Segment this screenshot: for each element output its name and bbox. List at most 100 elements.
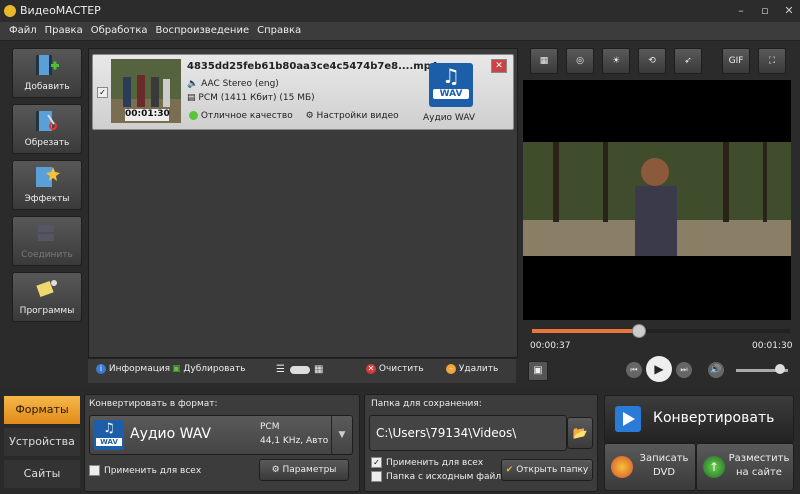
view-toggle[interactable] xyxy=(290,366,310,374)
convert-button[interactable]: Конвертировать xyxy=(604,395,794,443)
chevron-down-icon[interactable]: ▼ xyxy=(331,416,352,454)
prev-frame-icon[interactable]: ⏮ xyxy=(626,362,642,378)
join-button[interactable]: Соединить xyxy=(12,216,82,266)
title-bar: ВидеоМАСТЕР – ▫ ✕ xyxy=(0,0,800,22)
add-button[interactable]: Добавить xyxy=(12,48,82,98)
list-toolbar: i Информация ▣ Дублировать ☰ ▦ ✕ Очистит… xyxy=(88,358,516,383)
gear-icon: ⚙ xyxy=(305,111,314,121)
menu-file[interactable]: Файл xyxy=(5,22,41,39)
dvd-label-line2: DVD xyxy=(652,467,676,478)
programs-icon xyxy=(36,280,57,298)
snapshot-icon[interactable]: ▣ xyxy=(528,361,548,381)
convert-label: Конвертировать xyxy=(653,410,775,426)
wav-icon: ♫ WAV xyxy=(94,420,124,450)
film-cut-icon xyxy=(36,111,57,131)
menu-help[interactable]: Справка xyxy=(253,22,305,39)
list-view-icon[interactable]: ☰ xyxy=(276,364,285,375)
format-panel: Конвертировать в формат: ♫ WAV Аудио WAV… xyxy=(84,394,360,492)
video-settings-link[interactable]: Настройки видео xyxy=(317,111,399,121)
browse-folder-icon[interactable]: 📂 xyxy=(567,417,593,449)
folder-check-icon: ✔ xyxy=(505,465,514,475)
menu-playback[interactable]: Воспроизведение xyxy=(152,22,254,39)
target-icon[interactable]: ◎ xyxy=(566,48,594,74)
quality-label[interactable]: Отличное качество xyxy=(201,111,293,121)
speed-icon[interactable]: ➶ xyxy=(674,48,702,74)
video-frame xyxy=(523,142,791,256)
fullscreen-icon[interactable]: ⛶ xyxy=(758,48,786,74)
format-details: 44,1 KHz, Авто xyxy=(260,436,329,446)
apply-all-folder-checkbox[interactable]: ✓ xyxy=(371,457,382,468)
cut-label: Обрезать xyxy=(24,138,70,148)
apply-all-format-label: Применить для всех xyxy=(104,466,202,476)
format-select[interactable]: ♫ WAV Аудио WAV PCM 44,1 KHz, Авто ▼ xyxy=(89,415,353,455)
play-icon[interactable]: ▶ xyxy=(646,356,672,382)
duplicate-icon: ▣ xyxy=(172,364,181,374)
app-logo-icon xyxy=(4,5,16,17)
seek-handle[interactable] xyxy=(631,324,646,338)
apply-all-format-checkbox[interactable] xyxy=(89,465,100,476)
dvd-disc-icon xyxy=(611,456,633,478)
volume-handle[interactable] xyxy=(775,364,786,374)
cut-button[interactable]: Обрезать xyxy=(12,104,82,154)
join-label: Соединить xyxy=(21,250,73,260)
seek-progress xyxy=(532,329,638,333)
effects-button[interactable]: Эффекты xyxy=(12,160,82,210)
folder-path-field[interactable]: C:\Users\79134\Videos\ xyxy=(369,415,567,451)
video-thumbnail: 00:01:30 xyxy=(111,59,181,123)
wav-format-icon[interactable]: ♫ WAV xyxy=(429,63,473,107)
tab-formats[interactable]: Форматы xyxy=(4,396,80,424)
globe-upload-icon: ↑ xyxy=(703,456,725,478)
menu-edit[interactable]: Правка xyxy=(41,22,87,39)
programs-button[interactable]: Программы xyxy=(12,272,82,322)
minimize-button[interactable]: – xyxy=(730,3,752,19)
duplicate-button[interactable]: Дублировать xyxy=(183,364,245,374)
menu-bar: Файл Правка Обработка Воспроизведение Справк… xyxy=(0,22,800,41)
format-panel-title: Конвертировать в формат: xyxy=(89,399,218,409)
source-folder-checkbox[interactable] xyxy=(371,471,382,482)
speaker-icon: 🔈 xyxy=(187,79,199,89)
open-folder-label: Открыть папку xyxy=(516,465,589,475)
programs-label: Программы xyxy=(19,306,75,316)
grid-view-icon[interactable]: ▦ xyxy=(314,364,323,375)
next-frame-icon[interactable]: ⏭ xyxy=(676,362,692,378)
preview-toolbar: ▦ ◎ ☀ ⟲ ➶ GIF ⛶ xyxy=(528,48,790,74)
format-codec: PCM xyxy=(260,422,280,432)
delete-button[interactable]: Удалить xyxy=(459,364,498,374)
apply-all-folder-label: Применить для всех xyxy=(386,458,484,468)
wav-badge: WAV xyxy=(433,89,469,99)
music-note-icon: ♫ xyxy=(103,421,115,436)
maximize-button[interactable]: ▫ xyxy=(754,3,776,19)
current-time: 00:00:37 xyxy=(530,341,571,351)
remove-file-icon[interactable]: ✕ xyxy=(491,59,507,73)
file-item[interactable]: ✓ 00:01:30 4835dd25feb61b80aa3ce4c5474b7… xyxy=(92,54,514,130)
total-time: 00:01:30 xyxy=(752,341,793,351)
params-label: Параметры xyxy=(282,465,337,475)
wav-badge: WAV xyxy=(96,438,122,446)
open-folder-button[interactable]: ✔ Открыть папку xyxy=(501,459,593,481)
brightness-icon[interactable]: ☀ xyxy=(602,48,630,74)
join-icon xyxy=(38,225,54,241)
menu-process[interactable]: Обработка xyxy=(87,22,152,39)
effects-label: Эффекты xyxy=(24,194,70,204)
gif-button[interactable]: GIF xyxy=(722,48,750,74)
params-button[interactable]: ⚙ Параметры xyxy=(259,459,349,481)
tab-devices[interactable]: Устройства xyxy=(4,428,80,456)
crop-icon[interactable]: ▦ xyxy=(530,48,558,74)
volume-icon[interactable]: 🔊 xyxy=(708,362,724,378)
tab-sites[interactable]: Сайты xyxy=(4,460,80,488)
save-folder-title: Папка для сохранения: xyxy=(371,399,482,409)
format-label: Аудио WAV xyxy=(423,113,476,123)
folder-path: C:\Users\79134\Videos\ xyxy=(376,426,517,440)
clear-icon: ✕ xyxy=(366,364,376,374)
left-toolbar: Добавить Обрезать Эффекты Соединить Прог… xyxy=(12,48,82,322)
clear-button[interactable]: Очистить xyxy=(379,364,424,374)
file-checkbox[interactable]: ✓ xyxy=(97,87,108,98)
window-title: ВидеоМАСТЕР xyxy=(20,4,101,17)
burn-dvd-button[interactable]: Записать DVD xyxy=(604,443,696,491)
publish-web-button[interactable]: ↑ Разместить на сайте xyxy=(696,443,794,491)
rotate-icon[interactable]: ⟲ xyxy=(638,48,666,74)
quality-dot-icon xyxy=(189,111,198,120)
close-button[interactable]: ✕ xyxy=(778,3,800,19)
info-button[interactable]: Информация xyxy=(109,364,170,374)
save-folder-panel: Папка для сохранения: C:\Users\79134\Vid… xyxy=(364,394,598,492)
